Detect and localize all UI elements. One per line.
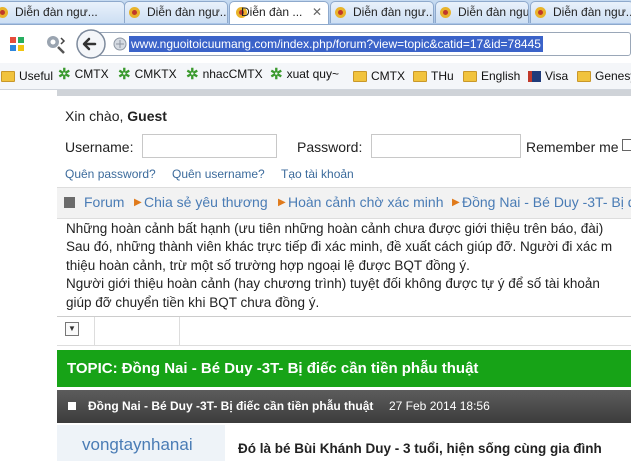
site-favicon-icon (335, 7, 346, 18)
bookmark-useful[interactable]: Useful (1, 69, 53, 83)
tab-close-icon[interactable]: ✕ (312, 2, 322, 23)
tab-title: Diễn đàn ngư... (553, 5, 631, 19)
username-label: Username: (65, 139, 134, 155)
breadcrumb-chia-se[interactable]: Chia sẻ yêu thương (144, 194, 268, 210)
guest-name: Guest (127, 108, 167, 124)
tab-title: Diễn đàn ngư... (353, 5, 434, 19)
bookmark-cmtx[interactable]: ✲ CMTX (58, 67, 109, 82)
author-name[interactable]: vongtaynhanai (82, 435, 193, 455)
site-favicon-icon (440, 7, 451, 18)
post-title[interactable]: Đồng Nai - Bé Duy -3T- Bị điếc cần tiền … (88, 399, 373, 413)
tab-title: Diễn đàn ngư... (15, 5, 98, 19)
tab-title: Diễn đàn ngư... (147, 5, 228, 19)
breadcrumb-forum[interactable]: Forum (84, 194, 124, 210)
flag-icon (528, 71, 541, 83)
topic-title: TOPIC: Đồng Nai - Bé Duy -3T- Bị điếc cầ… (67, 360, 479, 377)
login-greeting: Xin chào, Guest (65, 108, 167, 124)
breadcrumb-arrow-icon: ▶ (278, 197, 286, 208)
tab-title: Diễn đàn ... (241, 5, 303, 19)
bookmark-cmktx[interactable]: ✲ CMKTX (118, 67, 177, 82)
folder-icon (413, 71, 427, 83)
remember-me-label: Remember me (526, 139, 619, 155)
settings-wrench-icon[interactable] (45, 34, 67, 54)
browser-tab-5[interactable]: Diễn đàn ngư... (435, 1, 529, 23)
tab-strip: Diễn đàn ngư... Diễn đàn ngư... Diễn đàn… (0, 0, 631, 25)
password-label: Password: (297, 139, 363, 155)
notice-line: Người giới thiệu hoàn cảnh (hay chương t… (66, 276, 600, 291)
folder-icon (353, 71, 367, 83)
page-top-divider (57, 90, 631, 96)
site-favicon-icon (0, 7, 8, 18)
browser-tab-6[interactable]: Diễn đàn ngư... (530, 1, 631, 23)
register-link[interactable]: Tạo tài khoản (281, 167, 354, 181)
breadcrumb-arrow-icon: ▶ (452, 197, 460, 208)
page-info-icon[interactable] (113, 37, 127, 51)
breadcrumb-topic[interactable]: Đồng Nai - Bé Duy -3T- Bị điếc (462, 194, 631, 210)
clover-icon: ✲ (270, 65, 283, 83)
folder-icon (1, 71, 15, 83)
browser-tab-1[interactable]: Diễn đàn ngư... (0, 1, 125, 23)
clover-icon: ✲ (118, 65, 131, 83)
topic-toolbar (57, 317, 631, 346)
bookmark-genesys[interactable]: Genesys (577, 69, 631, 83)
remember-me-checkbox[interactable] (622, 139, 631, 151)
address-bar[interactable]: www.nguoitoicuumang.com/index.php/forum?… (76, 29, 631, 59)
username-input[interactable] (142, 134, 277, 158)
password-input[interactable] (371, 134, 521, 158)
clover-icon: ✲ (186, 65, 199, 83)
breadcrumb-bullet-icon (64, 197, 75, 208)
bookmark-thu[interactable]: THu (413, 69, 454, 83)
post-body: Đó là bé Bùi Khánh Duy - 3 tuổi, hiện số… (238, 441, 602, 456)
breadcrumb-arrow-icon: ▶ (134, 197, 142, 208)
browser-tab-2[interactable]: Diễn đàn ngư... (124, 1, 228, 23)
site-favicon-icon (129, 7, 140, 18)
back-button[interactable] (75, 28, 107, 60)
toolbar-divider (94, 317, 95, 345)
forgot-password-link[interactable]: Quên password? (65, 167, 156, 181)
post-date: 27 Feb 2014 18:56 (389, 399, 490, 413)
notice-line: Những hoàn cảnh bất hạnh (ưu tiên những … (66, 221, 604, 236)
tab-title: Diễn đàn ngư... (458, 5, 529, 19)
bookmark-cmtx-folder[interactable]: CMTX (353, 69, 405, 83)
bookmark-xuat-quy[interactable]: ✲ xuat quy~ (270, 67, 339, 82)
toolbar-divider (179, 317, 180, 345)
url-text[interactable]: www.nguoitoicuumang.com/index.php/forum?… (129, 36, 543, 52)
post-bullet-icon (68, 402, 76, 410)
bookmark-english[interactable]: English (463, 69, 520, 83)
notice-line: Sau đó, những thành viên khác trực tiếp … (66, 239, 613, 254)
bookmark-nhaccmtx[interactable]: ✲ nhacCMTX (186, 67, 263, 82)
breadcrumb-hoan-canh[interactable]: Hoàn cảnh chờ xác minh (288, 194, 443, 210)
folder-icon (577, 71, 591, 83)
browser-tab-3[interactable]: Diễn đàn ... ✕ (229, 1, 329, 24)
clover-icon: ✲ (58, 65, 71, 83)
site-favicon-icon (535, 7, 546, 18)
bookmark-visa[interactable]: Visa (528, 69, 568, 83)
forgot-username-link[interactable]: Quên username? (172, 167, 265, 181)
bookmarks-bar: Useful ✲ CMTX ✲ CMKTX ✲ nhacCMTX ✲ xuat quy~… (0, 63, 631, 90)
notice-line: thiệu hoàn cảnh, trừ một số trường hợp n… (66, 258, 470, 273)
browser-tab-4[interactable]: Diễn đàn ngư... (330, 1, 434, 23)
collapse-dropdown-button[interactable]: ▼ (65, 322, 79, 336)
apps-grid-icon[interactable] (9, 36, 25, 52)
notice-line: giúp đỡ chuyển tiền khi BQT chưa đồng ý. (66, 295, 320, 310)
folder-icon (463, 71, 477, 83)
